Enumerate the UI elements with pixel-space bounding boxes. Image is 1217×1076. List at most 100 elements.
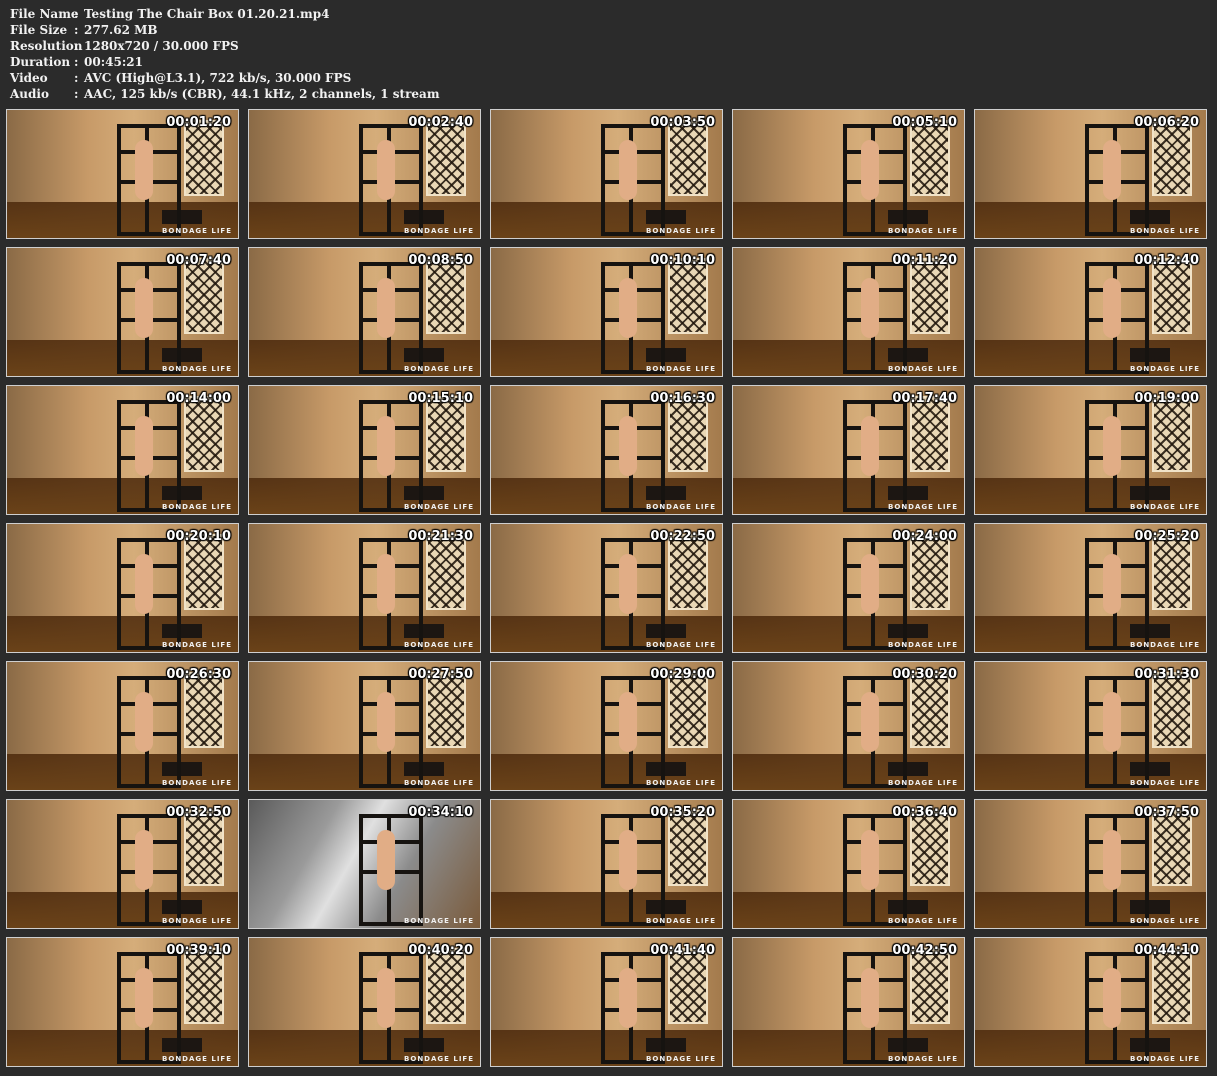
thumbnail-timestamp: 00:14:00 xyxy=(166,391,231,406)
watermark-logo: BONDAGE LIFE xyxy=(646,779,716,787)
video-thumbnail: 00:10:10 BONDAGE LIFE xyxy=(490,247,723,377)
watermark-logo: BONDAGE LIFE xyxy=(1130,917,1200,925)
thumbnail-timestamp: 00:01:20 xyxy=(166,115,231,130)
info-separator: : xyxy=(74,23,79,37)
info-value: Testing The Chair Box 01.20.21.mp4 xyxy=(84,7,330,21)
thumbnail-timestamp: 00:39:10 xyxy=(166,943,231,958)
window-shape xyxy=(668,810,708,886)
watermark-logo: BONDAGE LIFE xyxy=(646,1055,716,1063)
figure-shape xyxy=(135,278,153,338)
watermark-logo: BONDAGE LIFE xyxy=(646,227,716,235)
info-separator: : xyxy=(74,55,79,69)
video-thumbnail: 00:37:50 BONDAGE LIFE xyxy=(974,799,1207,929)
figure-shape xyxy=(377,140,395,200)
window-shape xyxy=(1152,120,1192,196)
window-shape xyxy=(1152,258,1192,334)
video-thumbnail: 00:17:40 BONDAGE LIFE xyxy=(732,385,965,515)
figure-shape xyxy=(1103,830,1121,890)
window-shape xyxy=(184,120,224,196)
figure-shape xyxy=(377,968,395,1028)
info-row: Video: AVC (High@L3.1), 722 kb/s, 30.000 … xyxy=(10,70,440,86)
window-shape xyxy=(184,396,224,472)
thumbnail-timestamp: 00:44:10 xyxy=(1134,943,1199,958)
info-label: File Name xyxy=(10,7,79,21)
thumbnail-timestamp: 00:15:10 xyxy=(408,391,473,406)
thumbnail-timestamp: 00:16:30 xyxy=(650,391,715,406)
watermark-logo: BONDAGE LIFE xyxy=(646,641,716,649)
window-shape xyxy=(668,258,708,334)
video-thumbnail: 00:32:50 BONDAGE LIFE xyxy=(6,799,239,929)
info-label: Audio xyxy=(10,87,49,101)
figure-shape xyxy=(377,416,395,476)
info-row: Resolution:1280x720 / 30.000 FPS xyxy=(10,38,440,54)
window-shape xyxy=(668,948,708,1024)
video-thumbnail: 00:21:30 BONDAGE LIFE xyxy=(248,523,481,653)
watermark-logo: BONDAGE LIFE xyxy=(1130,503,1200,511)
window-shape xyxy=(426,672,466,748)
info-row: File Size:277.62 MB xyxy=(10,22,440,38)
figure-shape xyxy=(619,140,637,200)
window-shape xyxy=(910,672,950,748)
figure-shape xyxy=(1103,692,1121,752)
watermark-logo: BONDAGE LIFE xyxy=(404,503,474,511)
thumbnail-timestamp: 00:10:10 xyxy=(650,253,715,268)
figure-shape xyxy=(861,416,879,476)
figure-shape xyxy=(861,554,879,614)
video-thumbnail: 00:24:00 BONDAGE LIFE xyxy=(732,523,965,653)
info-label: Resolution xyxy=(10,39,83,53)
watermark-logo: BONDAGE LIFE xyxy=(162,917,232,925)
info-row: File Name: Testing The Chair Box 01.20.21… xyxy=(10,6,440,22)
thumbnail-timestamp: 00:37:50 xyxy=(1134,805,1199,820)
thumbnail-timestamp: 00:22:50 xyxy=(650,529,715,544)
video-thumbnail: 00:15:10 BONDAGE LIFE xyxy=(248,385,481,515)
video-thumbnail: 00:29:00 BONDAGE LIFE xyxy=(490,661,723,791)
watermark-logo: BONDAGE LIFE xyxy=(404,227,474,235)
thumbnail-timestamp: 00:20:10 xyxy=(166,529,231,544)
window-shape xyxy=(426,258,466,334)
info-row: Audio: AAC, 125 kb/s (CBR), 44.1 kHz, 2 c… xyxy=(10,86,440,102)
watermark-logo: BONDAGE LIFE xyxy=(162,641,232,649)
watermark-logo: BONDAGE LIFE xyxy=(404,779,474,787)
video-thumbnail: 00:05:10 BONDAGE LIFE xyxy=(732,109,965,239)
watermark-logo: BONDAGE LIFE xyxy=(1130,227,1200,235)
info-separator: : xyxy=(74,39,79,53)
video-thumbnail: 00:44:10 BONDAGE LIFE xyxy=(974,937,1207,1067)
figure-shape xyxy=(135,968,153,1028)
figure-shape xyxy=(1103,278,1121,338)
figure-shape xyxy=(619,554,637,614)
video-thumbnail: 00:02:40 BONDAGE LIFE xyxy=(248,109,481,239)
window-shape xyxy=(184,258,224,334)
window-shape xyxy=(910,258,950,334)
window-shape xyxy=(910,534,950,610)
window-shape xyxy=(910,396,950,472)
thumbnail-timestamp: 00:17:40 xyxy=(892,391,957,406)
watermark-logo: BONDAGE LIFE xyxy=(888,503,958,511)
window-shape xyxy=(668,534,708,610)
info-separator: : xyxy=(74,71,79,85)
info-separator: : xyxy=(74,7,79,21)
watermark-logo: BONDAGE LIFE xyxy=(646,503,716,511)
window-shape xyxy=(426,120,466,196)
figure-shape xyxy=(861,140,879,200)
info-value: AAC, 125 kb/s (CBR), 44.1 kHz, 2 channel… xyxy=(84,87,440,101)
watermark-logo: BONDAGE LIFE xyxy=(1130,365,1200,373)
file-info: File Name: Testing The Chair Box 01.20.21… xyxy=(10,6,440,102)
watermark-logo: BONDAGE LIFE xyxy=(888,779,958,787)
figure-shape xyxy=(619,830,637,890)
thumbnail-timestamp: 00:35:20 xyxy=(650,805,715,820)
figure-shape xyxy=(619,692,637,752)
figure-shape xyxy=(377,554,395,614)
video-thumbnail: 00:16:30 BONDAGE LIFE xyxy=(490,385,723,515)
figure-shape xyxy=(1103,554,1121,614)
video-thumbnail: 00:31:30 BONDAGE LIFE xyxy=(974,661,1207,791)
watermark-logo: BONDAGE LIFE xyxy=(646,917,716,925)
window-shape xyxy=(1152,948,1192,1024)
video-thumbnail: 00:08:50 BONDAGE LIFE xyxy=(248,247,481,377)
info-value: 1280x720 / 30.000 FPS xyxy=(84,39,239,53)
video-thumbnail: 00:20:10 BONDAGE LIFE xyxy=(6,523,239,653)
watermark-logo: BONDAGE LIFE xyxy=(404,641,474,649)
figure-shape xyxy=(861,968,879,1028)
video-thumbnail: 00:25:20 BONDAGE LIFE xyxy=(974,523,1207,653)
thumbnail-timestamp: 00:08:50 xyxy=(408,253,473,268)
figure-shape xyxy=(377,830,395,890)
